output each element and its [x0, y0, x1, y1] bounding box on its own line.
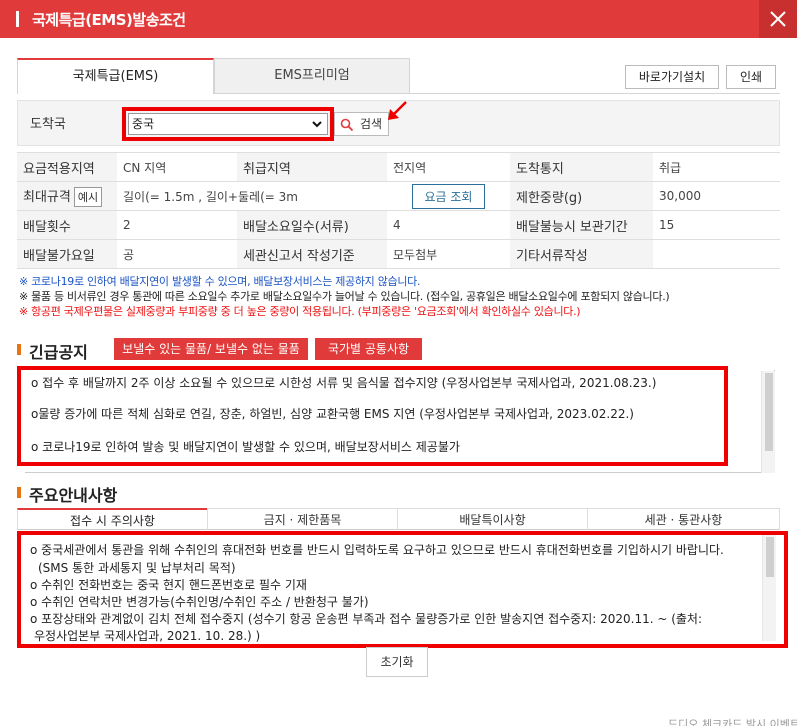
- destination-selected-value: 중국: [132, 117, 155, 131]
- table-header: 세관신고서 작성기준: [237, 239, 387, 269]
- shortcut-install-button[interactable]: 바로가기설치: [625, 65, 719, 89]
- list-item: 우정사업본부 국제사업과, 2021. 10. 28.) ): [34, 629, 261, 643]
- reset-button[interactable]: 초기화: [366, 647, 428, 677]
- guide-scrollbar[interactable]: [762, 535, 776, 641]
- note-corona: ※ 코로나19로 인하여 배달지연이 발생할 수 있으며, 배달보장서비스는 제…: [19, 275, 421, 288]
- scrollbar-thumb[interactable]: [765, 373, 773, 451]
- urgent-scrollbar[interactable]: [761, 371, 775, 473]
- note-customs: ※ 물품 등 비서류인 경우 통관에 따른 소요일수 추가로 배달소요일수가 늘…: [19, 290, 670, 303]
- search-button[interactable]: 검색: [334, 112, 389, 136]
- table-header: 취급지역: [237, 152, 387, 182]
- list-item: o 수취인 전화번호는 중국 현지 핸드폰번호로 필수 기재: [30, 578, 307, 592]
- tab-customs[interactable]: 세관 · 통관사항: [587, 508, 780, 530]
- list-item: o 접수 후 배달까지 2주 이상 소요될 수 있으므로 시한성 서류 및 음식…: [31, 376, 657, 390]
- table-header: 기타서류작성: [510, 239, 653, 269]
- table-row: 요금적용지역 CN 지역 취급지역 전지역 도착통지 취급: [17, 152, 780, 182]
- print-button[interactable]: 인쇄: [726, 65, 776, 89]
- list-item: o 수취인 연락처만 변경가능(수취인명/수취인 주소 / 반환청구 불가): [30, 595, 369, 609]
- max-size-label: 최대규격: [23, 189, 71, 205]
- table-cell: 전지역: [387, 152, 510, 182]
- table-cell: 15: [653, 210, 780, 240]
- close-button[interactable]: [759, 0, 797, 38]
- table-cell: 공: [117, 239, 237, 269]
- search-icon: [340, 118, 354, 132]
- fee-lookup-button[interactable]: 요금 조회: [411, 183, 486, 209]
- shipping-info-table: 요금적용지역 CN 지역 취급지역 전지역 도착통지 취급 최대규격 예시 길이(…: [17, 152, 780, 269]
- table-header: 제한중량(g): [510, 181, 653, 211]
- table-row: 최대규격 예시 길이(= 1.5m , 길이+둘레(= 3m 요금 조회 제한중량…: [17, 181, 780, 211]
- table-header: 요금적용지역: [17, 152, 117, 182]
- bottom-background-text: 드디오 체크카드 발시 이벤트: [668, 718, 797, 726]
- guide-tabs: 접수 시 주의사항 금지 · 제한품목 배달특이사항 세관 · 통관사항: [17, 508, 780, 530]
- tab-delivery-notes[interactable]: 배달특이사항: [397, 508, 587, 530]
- tab-ems-premium[interactable]: EMS프리미엄: [214, 58, 410, 94]
- urgent-title-text: 긴급공지: [29, 343, 88, 362]
- service-tabs: 국제특급(EMS) EMS프리미엄: [17, 58, 410, 94]
- pointer-arrow-icon: [388, 101, 407, 120]
- table-header: 도착통지: [510, 152, 653, 182]
- tab-prohibited-items[interactable]: 금지 · 제한품목: [207, 508, 397, 530]
- title-bar: 국제특급(EMS)발송조건: [0, 0, 797, 38]
- scrollbar-thumb[interactable]: [766, 537, 774, 577]
- table-cell: [653, 239, 780, 269]
- items-allowed-button[interactable]: 보낼수 있는 물품/ 보낼수 없는 물품: [114, 338, 308, 360]
- table-cell: 2: [117, 210, 237, 240]
- table-cell: 요금 조회: [387, 181, 510, 211]
- table-row: 배달불가요일 공 세관신고서 작성기준 모두첨부 기타서류작성: [17, 239, 780, 269]
- table-cell: 모두첨부: [387, 239, 510, 269]
- search-button-label: 검색: [360, 117, 383, 131]
- table-header: 최대규격 예시: [17, 181, 117, 211]
- table-row: 배달횟수 2 배달소요일수(서류) 4 배달불능시 보관기간 15: [17, 210, 780, 240]
- table-header: 배달횟수: [17, 210, 117, 240]
- close-icon: [770, 11, 786, 27]
- list-item: o물량 증가에 따른 적체 심화로 연길, 장춘, 하얼빈, 심양 교환국행 E…: [31, 407, 634, 421]
- example-button[interactable]: 예시: [73, 186, 103, 207]
- guide-title-text: 주요안내사항: [29, 486, 118, 505]
- list-item: o 코로나19로 인하여 발송 및 배달지연이 발생할 수 있으며, 배달보장서…: [31, 440, 460, 454]
- table-cell: CN 지역: [117, 152, 237, 182]
- title-marker: [16, 11, 19, 27]
- list-item: o 중국세관에서 통관을 위해 수취인의 휴대전화 번호를 반드시 입력하도록 …: [30, 543, 724, 557]
- list-item: o 포장상태와 관계없이 김치 전체 접수중지 (성수기 항공 운송편 부족과 …: [30, 612, 703, 626]
- note-volume-weight: ※ 항공편 국제우편물은 실제중량과 부피중량 중 더 높은 중량이 적용됩니다…: [19, 305, 581, 318]
- chevron-down-icon: [312, 121, 322, 128]
- destination-label: 도착국: [30, 117, 66, 132]
- tab-acceptance-notes[interactable]: 접수 시 주의사항: [17, 508, 207, 530]
- list-item: (SMS 통한 과세통지 및 납부처리 목적): [38, 561, 236, 575]
- table-cell: 30,000: [653, 181, 780, 211]
- tabs-divider: [214, 93, 780, 94]
- tab-ems[interactable]: 국제특급(EMS): [17, 58, 214, 94]
- section-marker: [17, 344, 21, 355]
- table-cell: 취급: [653, 152, 780, 182]
- table-header: 배달불가요일: [17, 239, 117, 269]
- destination-select[interactable]: 중국: [128, 113, 328, 135]
- table-header: 배달소요일수(서류): [237, 210, 387, 240]
- country-common-button[interactable]: 국가별 공통사항: [315, 338, 422, 360]
- table-cell: 길이(= 1.5m , 길이+둘레(= 3m: [117, 181, 387, 211]
- table-header: 배달불능시 보관기간: [510, 210, 653, 240]
- window-title: 국제특급(EMS)발송조건: [32, 11, 186, 29]
- table-cell: 4: [387, 210, 510, 240]
- section-marker: [17, 487, 21, 498]
